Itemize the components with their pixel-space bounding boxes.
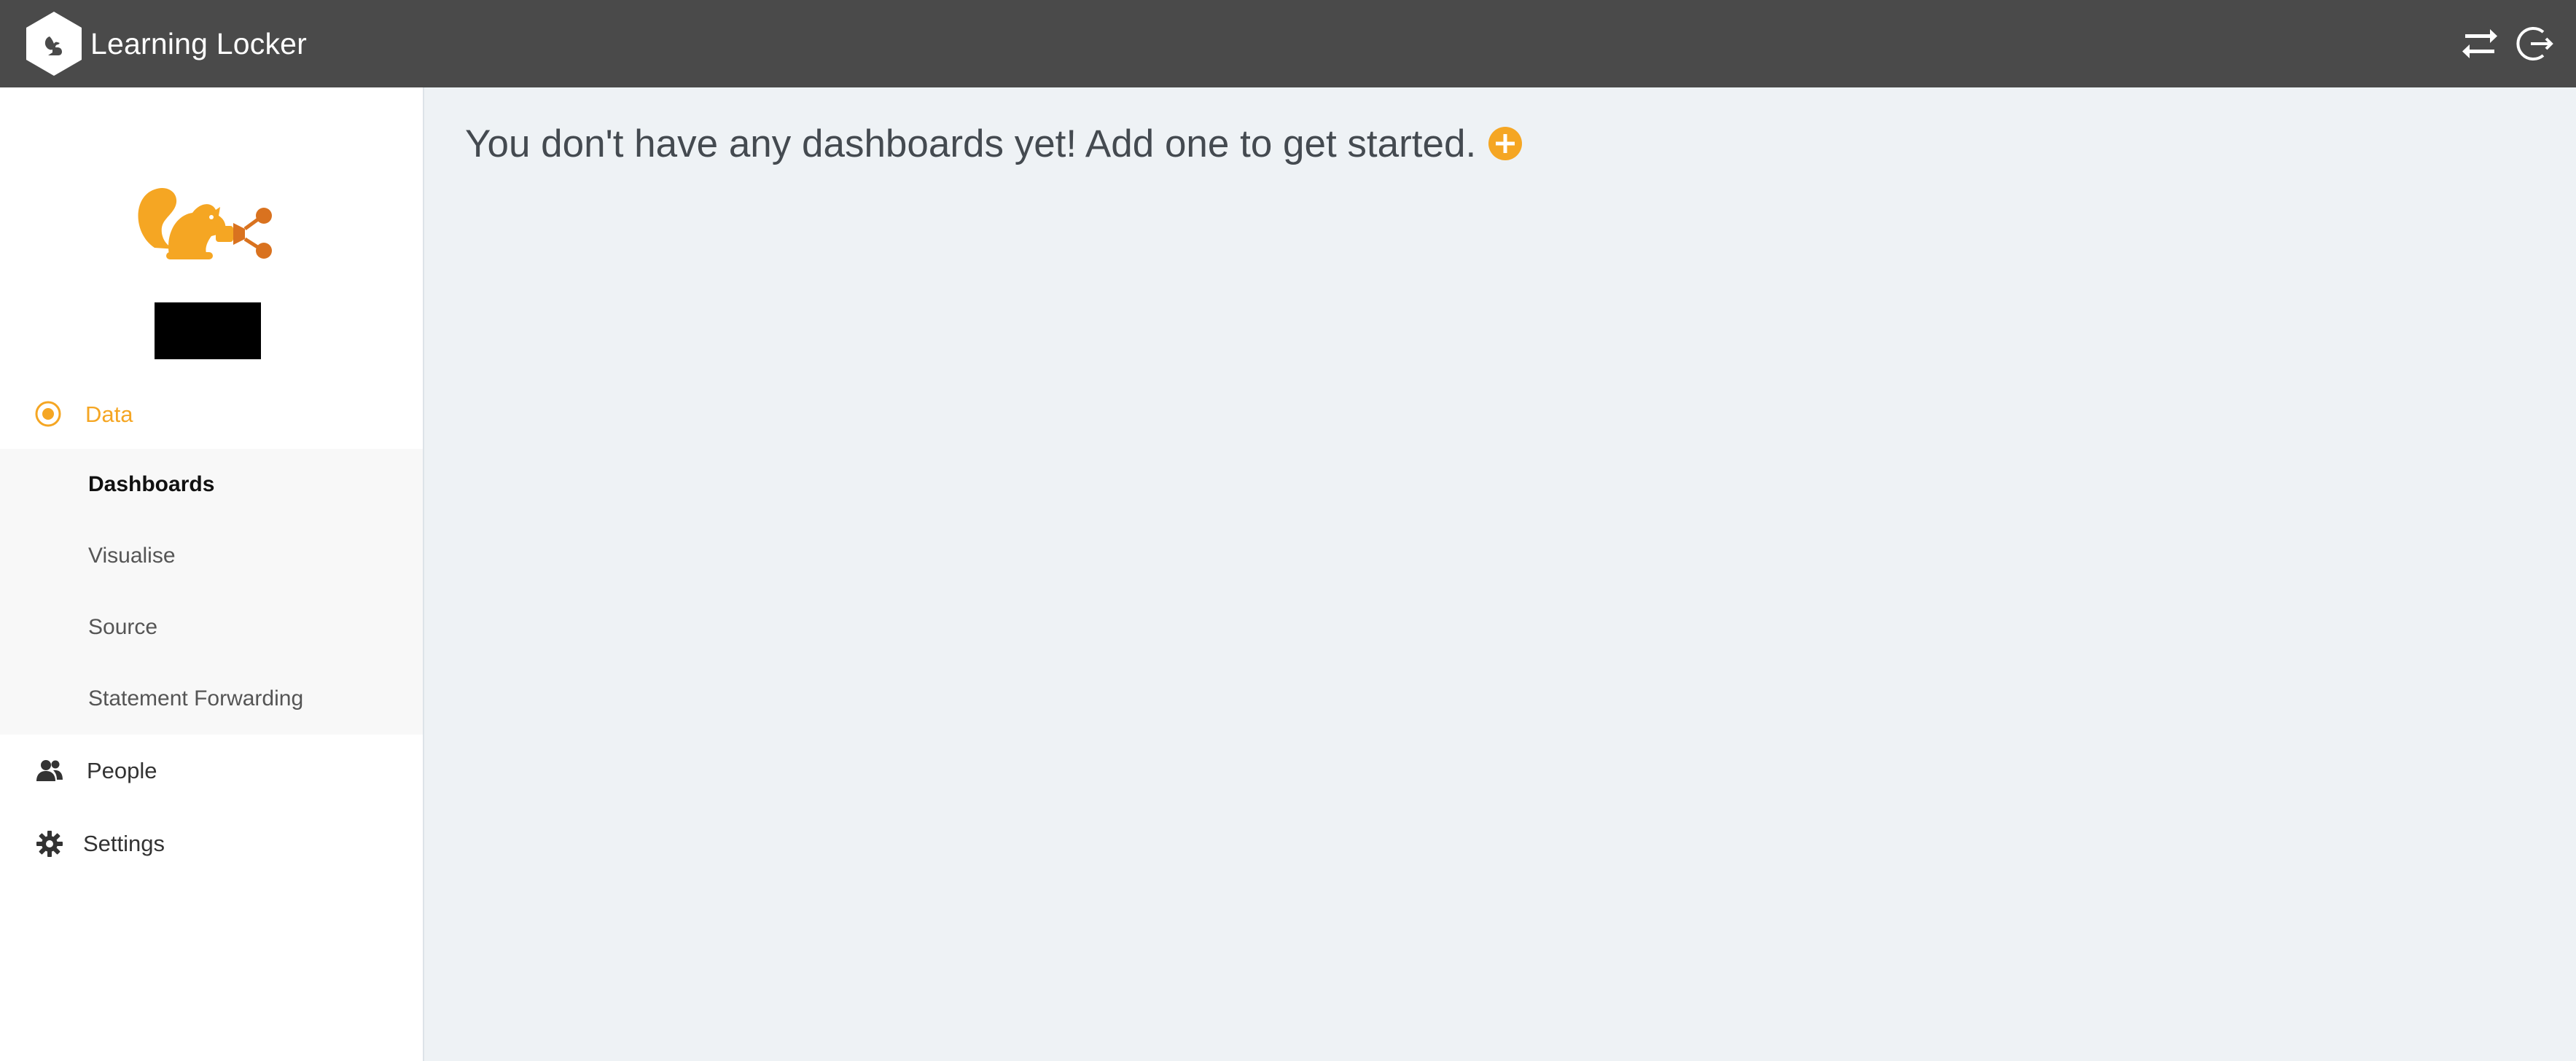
app-title: Learning Locker	[90, 26, 308, 60]
empty-state: You don't have any dashboards yet! Add o…	[465, 117, 1523, 171]
plus-circle-icon	[1488, 127, 1523, 160]
add-dashboard-button[interactable]	[1488, 126, 1523, 161]
sidebar-item-source[interactable]: Source	[0, 592, 423, 663]
radio-target-icon	[35, 401, 61, 427]
top-navbar: Learning Locker	[0, 0, 2576, 87]
squirrel-logo-icon	[125, 146, 293, 291]
sidebar-item-label: Visualise	[88, 544, 176, 568]
sidebar-item-visualise[interactable]: Visualise	[0, 520, 423, 592]
sidebar-item-statement-forwarding[interactable]: Statement Forwarding	[0, 663, 423, 735]
organisation-name-redacted	[155, 302, 261, 359]
sidebar-item-label: Source	[88, 615, 158, 639]
data-subnav: Dashboards Visualise Source Statement Fo…	[0, 449, 423, 735]
sidebar-item-people[interactable]: People	[0, 735, 423, 807]
logout-icon[interactable]	[2513, 22, 2557, 66]
brand-home-link[interactable]: Learning Locker	[20, 10, 307, 77]
empty-state-message: You don't have any dashboards yet! Add o…	[465, 122, 1477, 165]
sidebar: Data Dashboards Visualise Source Stateme…	[0, 87, 424, 1061]
learning-locker-logo-icon	[26, 12, 82, 76]
gear-icon	[36, 831, 63, 857]
sidebar-item-label: Data	[85, 402, 133, 427]
sidebar-item-data[interactable]: Data	[0, 379, 423, 449]
sidebar-item-label: Settings	[83, 831, 165, 856]
switch-org-icon[interactable]	[2458, 22, 2502, 66]
sidebar-item-label: Dashboards	[88, 472, 215, 496]
sidebar-item-dashboards[interactable]: Dashboards	[0, 449, 423, 520]
sidebar-item-label: People	[87, 758, 157, 783]
people-icon	[36, 760, 63, 781]
sidebar-item-settings[interactable]: Settings	[0, 807, 423, 880]
sidebar-item-label: Statement Forwarding	[88, 686, 304, 710]
main-content: You don't have any dashboards yet! Add o…	[426, 87, 2576, 1061]
